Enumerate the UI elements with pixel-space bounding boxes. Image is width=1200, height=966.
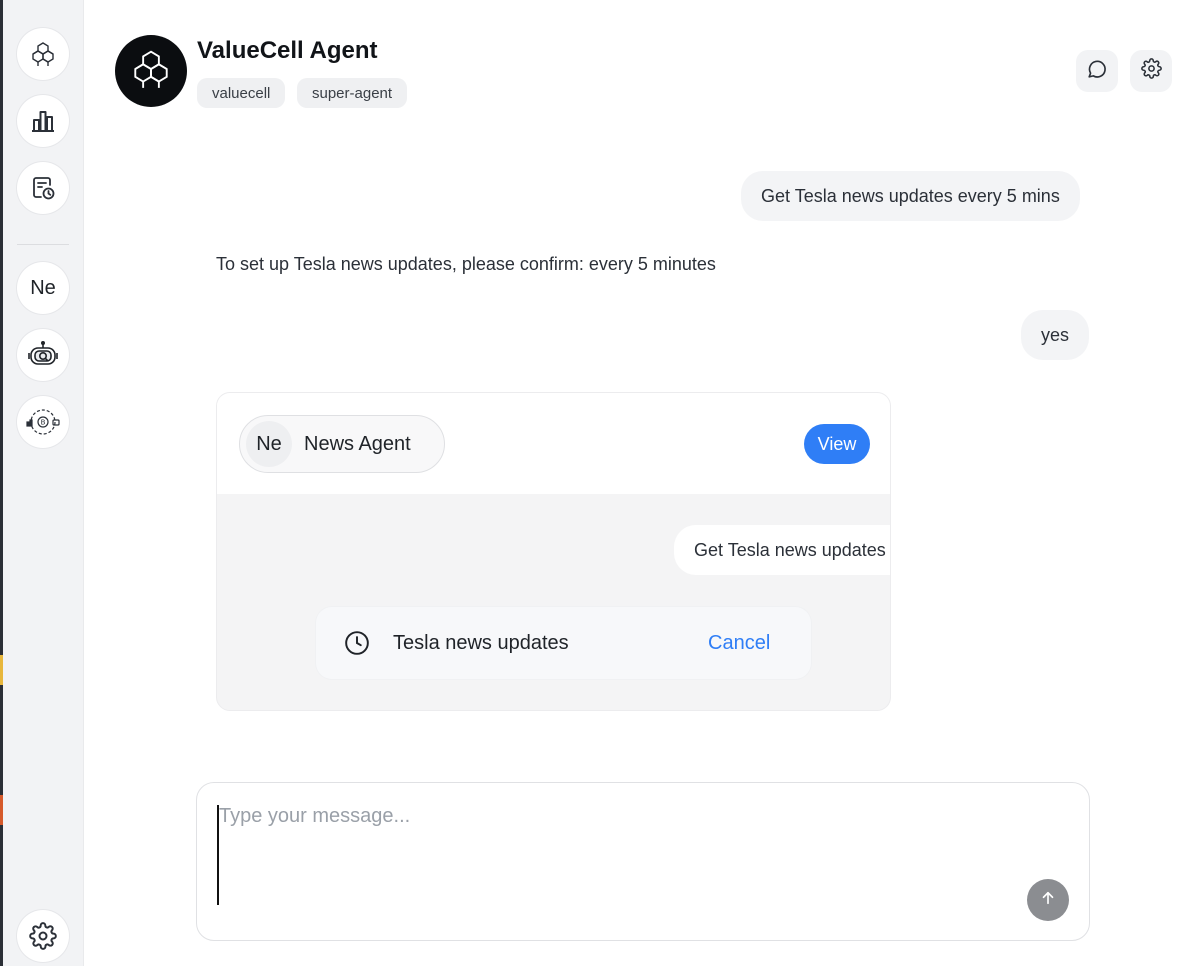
crypto-cycle-icon: B [23,402,63,442]
task-card-header: Ne News Agent View [217,393,890,494]
cube-network-icon [129,47,173,96]
new-chat-button[interactable] [1076,50,1118,92]
user-message: Get Tesla news updates every 5 mins [741,171,1080,221]
sidebar-item-tasks[interactable] [17,162,69,214]
clock-icon [344,630,370,656]
sidebar-item-home[interactable] [17,28,69,80]
message-input[interactable] [217,805,1017,905]
page-title: ValueCell Agent [197,37,378,64]
message-composer [196,782,1090,941]
tag-super-agent: super-agent [297,78,408,108]
agent-avatar [115,35,187,107]
gear-icon [1140,58,1162,84]
sidebar-agent-crypto[interactable]: B [17,396,69,448]
agent-name: News Agent [304,432,411,455]
message-text: Get Tesla news updates [694,539,886,560]
agent-chip[interactable]: Ne News Agent [239,415,445,473]
task-card: Ne News Agent View Get Tesla news update… [216,392,891,711]
tag-valuecell: valuecell [197,78,286,108]
sidebar-agent-news[interactable]: Ne [17,262,69,314]
gear-icon [29,922,57,950]
cancel-button[interactable]: Cancel [708,632,770,655]
agent-initials: Ne [246,421,292,467]
sidebar-divider [17,244,69,245]
view-button[interactable]: View [804,424,870,464]
task-message: Get Tesla news updates [674,525,890,575]
agent-initials: Ne [30,276,56,299]
scheduled-task-label: Tesla news updates [393,631,569,654]
message-text: yes [1041,324,1070,345]
arrow-up-icon [1039,889,1057,912]
send-button[interactable] [1027,879,1069,921]
sidebar: Ne B [3,0,84,966]
user-message: yes [1021,310,1090,360]
robot-search-icon [26,338,60,372]
cube-network-icon [29,40,57,68]
scheduled-task: Tesla news updates Cancel [316,607,811,679]
sidebar-item-market[interactable] [17,95,69,147]
agent-settings-button[interactable] [1130,50,1172,92]
bar-chart-icon [29,107,57,135]
chat-icon [1086,58,1108,85]
message-text: Get Tesla news updates every 5 mins [761,185,1060,206]
agent-message: To set up Tesla news updates, please con… [216,254,716,274]
sidebar-agent-research[interactable] [17,329,69,381]
calendar-clock-icon [29,174,57,202]
svg-text:B: B [41,419,46,427]
sidebar-settings-button[interactable] [17,910,69,962]
